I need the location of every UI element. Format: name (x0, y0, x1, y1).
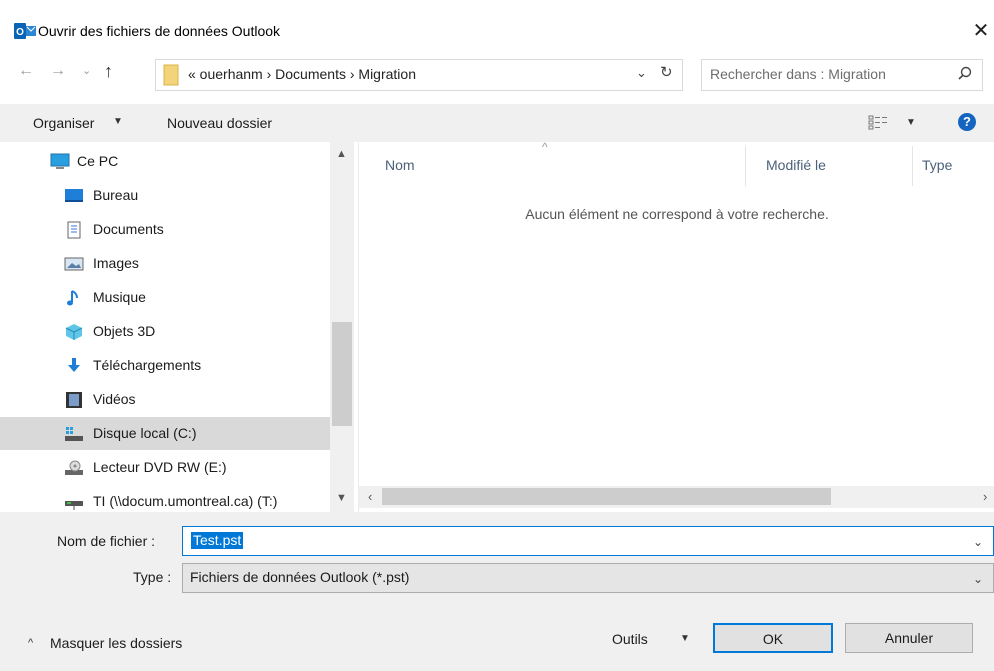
scroll-up-icon[interactable]: ▲ (336, 148, 347, 160)
column-separator[interactable] (745, 146, 746, 186)
outlook-icon: O (14, 23, 36, 39)
sidebar-item-videos[interactable]: Vidéos (0, 383, 330, 416)
sidebar-item-desktop[interactable]: Bureau (0, 179, 330, 212)
column-header-modified[interactable]: Modifié le (766, 157, 826, 173)
scroll-right-icon[interactable]: › (983, 489, 987, 504)
sidebar-item-dvd-drive[interactable]: Lecteur DVD RW (E:) (0, 451, 330, 484)
sidebar-item-3d-objects[interactable]: Objets 3D (0, 315, 330, 348)
sidebar-item-label: Lecteur DVD RW (E:) (93, 459, 227, 475)
filename-field[interactable] (182, 526, 994, 556)
dvd-drive-icon (65, 460, 83, 475)
sidebar-item-label: Images (93, 255, 139, 271)
navigation-pane: Ce PC Bureau Documents Images Musique Ob… (0, 142, 358, 512)
caret-up-icon[interactable]: ^ (28, 637, 33, 649)
sidebar-item-label: Musique (93, 289, 146, 305)
column-header-name[interactable]: Nom (385, 157, 415, 173)
sidebar-item-label: TI (\\docum.umontreal.ca) (T:) (93, 493, 278, 509)
sidebar-item-images[interactable]: Images (0, 247, 330, 280)
cancel-button[interactable]: Annuler (845, 623, 973, 653)
breadcrumb[interactable]: « ouerhanm › Documents › Migration (188, 66, 416, 82)
sidebar-item-local-disk[interactable]: Disque local (C:) (0, 417, 330, 450)
pane-divider[interactable] (358, 142, 359, 512)
caret-down-icon[interactable]: ▼ (113, 116, 123, 127)
chevron-down-icon[interactable]: ⌄ (636, 65, 647, 81)
hide-folders-button[interactable]: Masquer les dossiers (50, 635, 182, 651)
sidebar-item-label: Ce PC (77, 153, 119, 169)
refresh-icon[interactable]: ↻ (660, 63, 673, 81)
objects-3d-icon (65, 324, 83, 340)
command-bar (0, 104, 994, 142)
empty-result-message: Aucun élément ne correspond à votre rech… (525, 206, 829, 222)
back-arrow-icon[interactable]: ← (18, 62, 34, 80)
local-disk-icon (65, 427, 83, 441)
chevron-down-icon[interactable]: ⌄ (973, 535, 983, 549)
column-header-type[interactable]: Type (922, 157, 952, 173)
filetype-value[interactable]: Fichiers de données Outlook (*.pst) (190, 569, 409, 585)
sidebar-item-label: Vidéos (93, 391, 136, 407)
new-folder-button[interactable]: Nouveau dossier (167, 115, 272, 131)
organize-button[interactable]: Organiser (33, 115, 94, 131)
column-separator[interactable] (912, 146, 913, 186)
svg-text:O: O (16, 27, 24, 38)
recent-locations-chevron-icon[interactable]: ⌄ (82, 64, 91, 77)
sidebar-item-network-drive[interactable]: TI (\\docum.umontreal.ca) (T:) (0, 485, 330, 512)
sidebar-item-label: Téléchargements (93, 357, 202, 373)
downloads-icon (68, 358, 80, 372)
search-icon[interactable] (957, 66, 973, 82)
filename-label: Nom de fichier : (57, 533, 156, 549)
filetype-label: Type : (133, 569, 172, 585)
chevron-down-icon[interactable]: ⌄ (973, 572, 983, 586)
window-title: Ouvrir des fichiers de données Outlook (38, 23, 281, 39)
filename-value[interactable]: Test.pst (191, 532, 244, 549)
sidebar-item-this-pc[interactable]: Ce PC (0, 145, 330, 178)
computer-icon (50, 153, 70, 169)
scroll-down-icon[interactable]: ▼ (336, 492, 347, 504)
music-icon (67, 290, 78, 306)
sidebar-item-label: Bureau (93, 187, 139, 203)
sort-up-icon: ^ (542, 140, 548, 154)
sidebar-item-label: Documents (93, 221, 164, 237)
tools-button[interactable]: Outils (612, 631, 648, 647)
network-drive-icon (65, 501, 83, 510)
sidebar-item-documents[interactable]: Documents (0, 213, 330, 246)
caret-down-icon[interactable]: ▼ (906, 117, 916, 128)
sidebar-item-label: Objets 3D (93, 323, 156, 339)
up-arrow-icon[interactable]: ↑ (104, 61, 113, 82)
forward-arrow-icon[interactable]: → (50, 62, 66, 80)
caret-down-icon[interactable]: ▼ (680, 633, 690, 644)
documents-icon (67, 221, 81, 239)
folder-icon (163, 64, 179, 86)
scrollbar-thumb[interactable] (382, 488, 831, 505)
ok-button[interactable]: OK (713, 623, 833, 653)
scrollbar-thumb[interactable] (332, 322, 352, 426)
search-placeholder: Rechercher dans : Migration (710, 66, 886, 82)
images-icon (64, 257, 84, 271)
sidebar-item-label: Disque local (C:) (93, 425, 197, 441)
videos-icon (66, 392, 82, 408)
sidebar-item-downloads[interactable]: Téléchargements (0, 349, 330, 382)
scroll-left-icon[interactable]: ‹ (368, 489, 372, 504)
sidebar-item-music[interactable]: Musique (0, 281, 330, 314)
close-icon[interactable]: ✕ (968, 16, 994, 46)
desktop-icon (65, 189, 83, 202)
view-options-icon[interactable] (868, 114, 896, 130)
help-icon[interactable]: ? (958, 113, 976, 131)
